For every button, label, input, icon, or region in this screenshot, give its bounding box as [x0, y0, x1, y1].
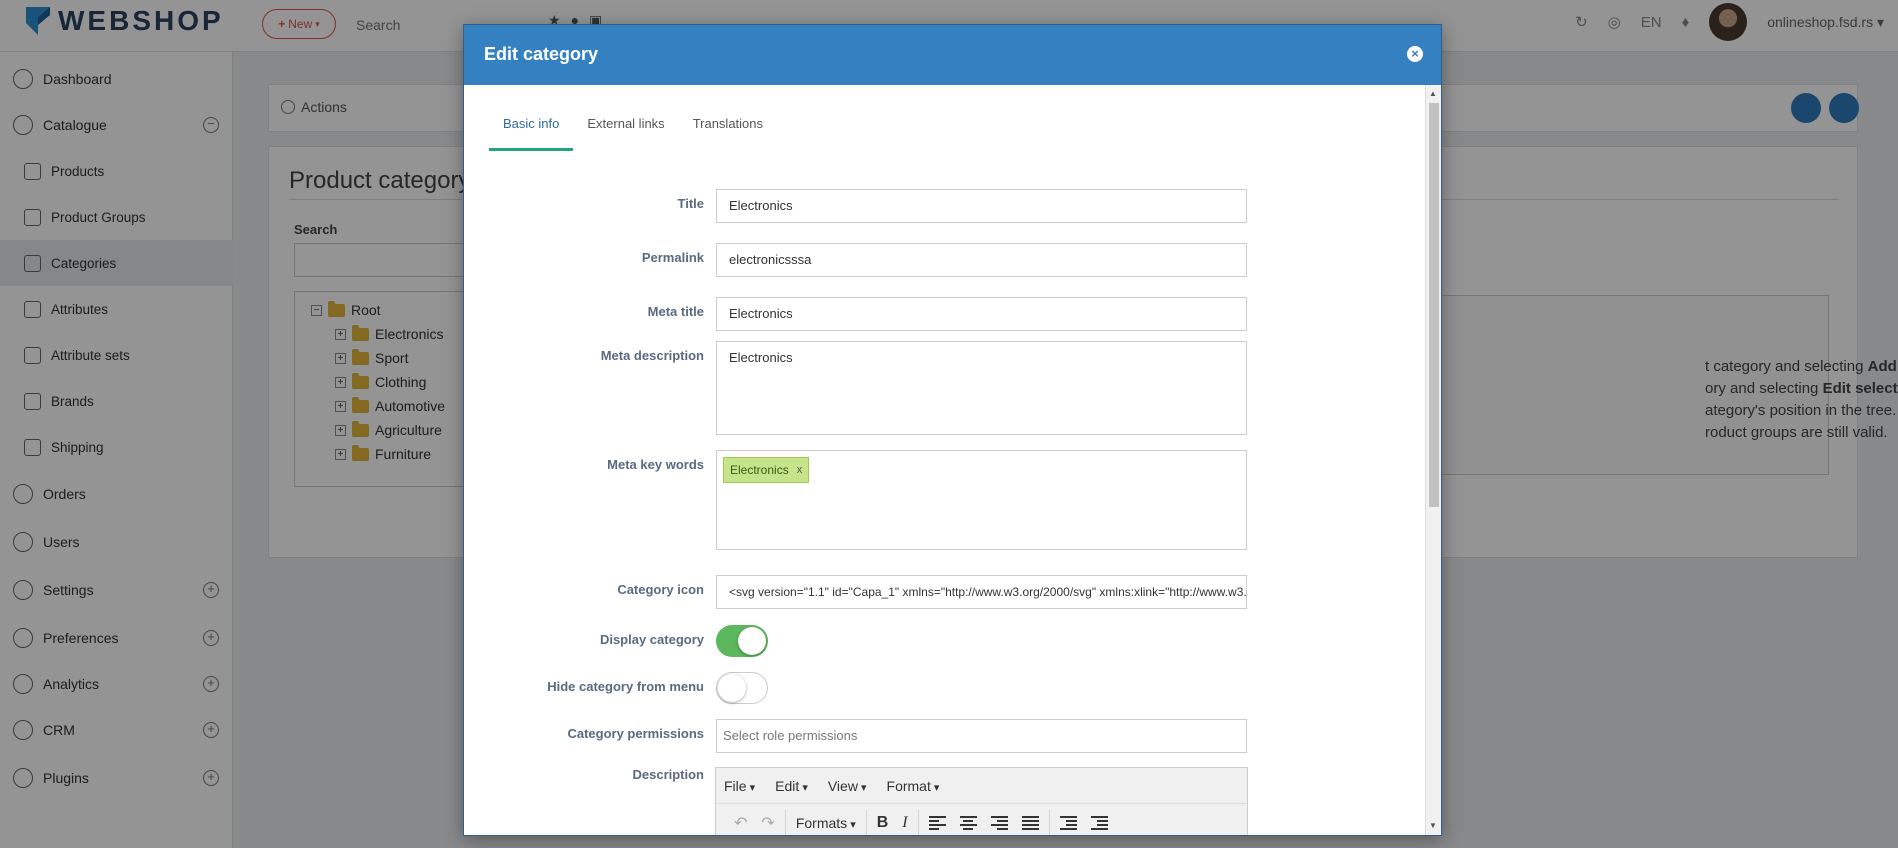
display-category-toggle[interactable] — [716, 625, 768, 657]
italic-icon[interactable]: I — [902, 814, 907, 832]
align-right-icon[interactable] — [990, 815, 1008, 830]
toggle-knob — [718, 674, 746, 702]
description-label: Description — [632, 767, 704, 782]
history-group: ↶ ↷ — [724, 809, 786, 835]
meta-keywords-field[interactable]: Electronics x — [716, 450, 1247, 550]
outdent-icon[interactable] — [1059, 815, 1077, 830]
scroll-down-icon[interactable]: ▼ — [1429, 821, 1437, 830]
align-left-icon[interactable] — [928, 815, 946, 830]
display-category-label: Display category — [599, 632, 704, 647]
editor-menu-file[interactable]: File — [724, 778, 755, 794]
hide-category-toggle[interactable] — [716, 672, 768, 704]
editor-menu-view[interactable]: View — [828, 778, 867, 794]
meta-description-field[interactable]: Electronics — [716, 341, 1247, 435]
title-label: Title — [677, 196, 705, 211]
editor-menubar: File Edit View Format — [716, 768, 1247, 804]
editor-toolbar: ↶ ↷ Formats B I — [716, 804, 1247, 836]
description-editor: File Edit View Format ↶ ↷ Formats B I — [715, 767, 1248, 836]
tab-external-links[interactable]: External links — [573, 113, 678, 151]
undo-icon[interactable]: ↶ — [734, 813, 747, 833]
meta-title-field[interactable]: Electronics — [716, 297, 1247, 331]
category-permissions-label: Category permissions — [567, 726, 704, 741]
title-field[interactable]: Electronics — [716, 189, 1247, 223]
close-icon[interactable]: × — [1407, 46, 1423, 62]
toggle-knob — [738, 627, 766, 655]
bold-icon[interactable]: B — [877, 814, 889, 832]
meta-description-label: Meta description — [600, 348, 704, 363]
indent-group — [1050, 810, 1118, 836]
align-center-icon[interactable] — [959, 815, 977, 830]
align-group — [919, 809, 1050, 835]
tab-translations[interactable]: Translations — [679, 113, 777, 151]
category-permissions-select[interactable]: Select role permissions — [716, 719, 1247, 753]
modal-scrollbar[interactable]: ▲ ▼ — [1425, 85, 1441, 835]
scroll-thumb[interactable] — [1429, 103, 1439, 507]
editor-menu-edit[interactable]: Edit — [775, 778, 808, 794]
hide-category-label: Hide category from menu — [547, 679, 704, 694]
tab-basic-info[interactable]: Basic info — [489, 113, 574, 151]
modal-tabs: Basic info External links Translations — [489, 113, 777, 151]
permalink-label: Permalink — [641, 250, 704, 265]
modal-body: Basic info External links Translations T… — [464, 85, 1424, 836]
keyword-tag: Electronics x — [723, 457, 810, 483]
style-group: B I — [867, 809, 919, 835]
modal-title: Edit category — [484, 44, 599, 64]
indent-icon[interactable] — [1090, 815, 1108, 830]
scroll-up-icon[interactable]: ▲ — [1429, 89, 1437, 98]
align-justify-icon[interactable] — [1021, 815, 1039, 830]
redo-icon[interactable]: ↷ — [761, 813, 774, 833]
meta-title-label: Meta title — [647, 304, 704, 319]
permalink-field[interactable]: electronicsssa — [716, 243, 1247, 277]
modal-header: Edit category × — [464, 25, 1441, 85]
formats-dropdown[interactable]: Formats — [796, 815, 856, 831]
remove-tag-icon[interactable]: x — [797, 464, 803, 476]
keyword-tag-label: Electronics — [730, 463, 789, 477]
category-icon-label: Category icon — [617, 582, 704, 597]
meta-keywords-label: Meta key words — [607, 457, 704, 472]
formats-group: Formats — [786, 809, 867, 835]
editor-menu-format[interactable]: Format — [887, 778, 940, 794]
edit-category-modal: Edit category × Basic info External link… — [463, 24, 1442, 836]
category-icon-field[interactable]: <svg version="1.1" id="Capa_1" xmlns="ht… — [716, 575, 1247, 609]
